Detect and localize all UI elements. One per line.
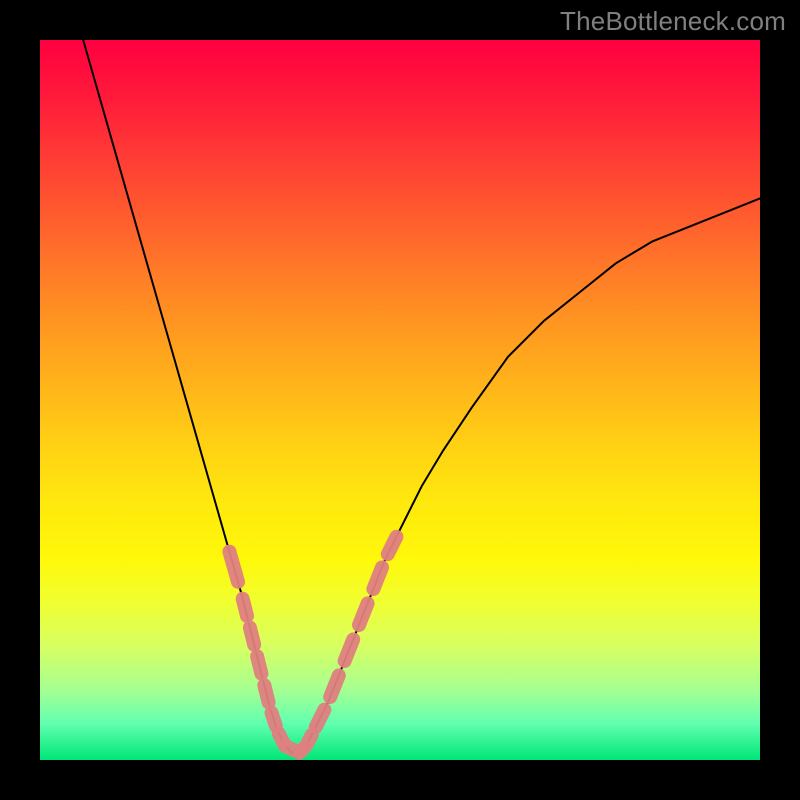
watermark-text: TheBottleneck.com bbox=[560, 6, 786, 37]
bottleneck-curve bbox=[40, 40, 760, 760]
chart-frame: TheBottleneck.com bbox=[0, 0, 800, 800]
plot-area bbox=[40, 40, 760, 760]
